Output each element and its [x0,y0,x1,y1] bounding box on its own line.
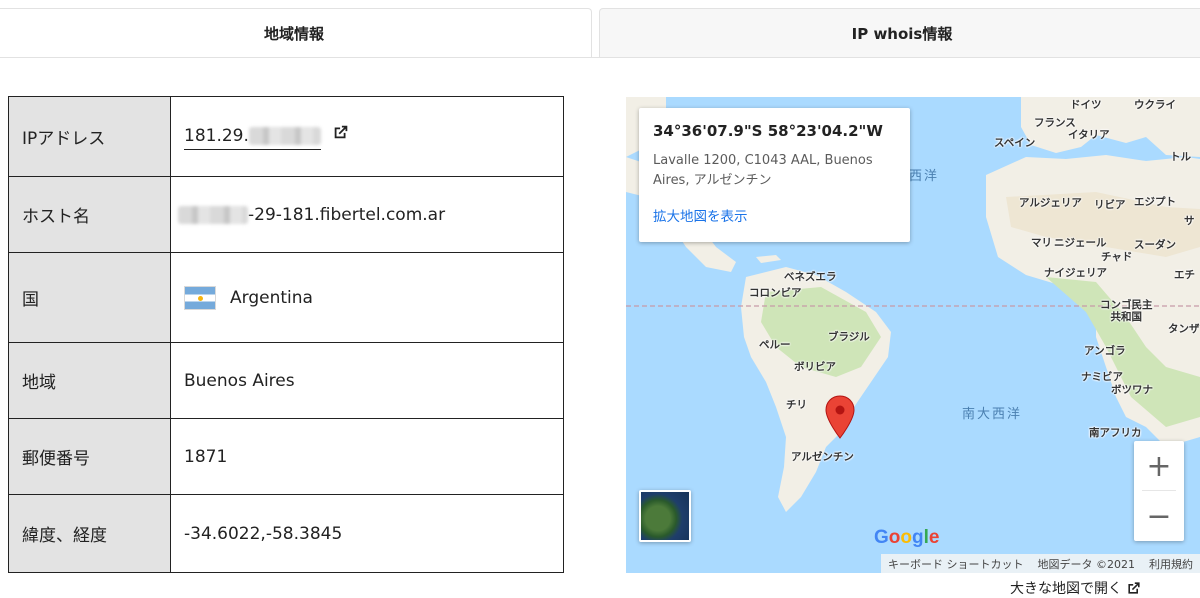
table-row: 郵便番号 1871 [8,418,564,495]
ip-address-cell: 181.29. [170,96,564,177]
postal-code-label: 郵便番号 [8,418,171,495]
zoom-controls: + − [1134,441,1184,541]
map-attribution-bar: キーボード ショートカット 地図データ ©2021 利用規約 [881,554,1200,573]
map-label-drc: コンゴ民主 共和国 [1100,299,1153,323]
argentina-flag-icon [184,285,216,310]
map-label-niger: ニジェール [1054,237,1107,249]
zoom-in-button[interactable]: + [1134,441,1184,491]
map-label-sudan: スーダン [1134,239,1176,251]
ip-address-label: IPアドレス [8,96,171,177]
ip-address-value: 181.29. [184,126,249,146]
lat-lng-value: -34.6022,-58.3845 [170,494,564,573]
map-label-chile: チリ [786,399,807,411]
hostname-label: ホスト名 [8,176,171,253]
hostname-value: -29-181.fibertel.com.ar [248,204,446,225]
satellite-toggle-button[interactable] [639,490,691,542]
map-label-saudi: サ [1184,215,1195,227]
tab-divider [0,57,1200,58]
open-larger-map-label: 大きな地図で開く [1010,581,1122,597]
map-label-atlantic: 西洋 [909,169,940,184]
location-marker-icon[interactable] [825,395,855,439]
redacted-text [178,205,248,224]
map-coordinates: 34°36'07.9"S 58°23'04.2"W [653,122,883,140]
tab-ip-whois[interactable]: IP whois情報 [599,8,1200,58]
lat-lng-label: 緯度、経度 [8,494,171,573]
map-label-colombia: コロンビア [749,287,802,299]
region-value: Buenos Aires [170,342,564,419]
map-label-mali: マリ [1031,237,1052,249]
map-info-card: 34°36'07.9"S 58°23'04.2"W Lavalle 1200, … [639,108,910,242]
external-link-icon [1128,582,1140,594]
terms-of-use-link[interactable]: 利用規約 [1142,556,1200,572]
map-address: Lavalle 1200, C1043 AAL, Buenos Aires, ア… [653,153,873,188]
map-label-south-atlantic: 南大西洋 [962,407,1023,422]
google-map[interactable]: ドイツ ウクライ フランス イタリア スペイン トル アルジェリア リビア エジ… [626,97,1200,573]
map-label-argentina: アルゼンチン [791,451,854,463]
table-row: IPアドレス 181.29. [8,96,564,177]
table-row: 地域 Buenos Aires [8,342,564,419]
map-label-nigeria: ナイジェリア [1044,267,1107,279]
map-label-ethiopia: エチ [1174,269,1195,281]
external-link-icon[interactable] [332,123,350,141]
map-label-tanzania: タンザ [1168,323,1200,335]
map-label-ukraine: ウクライ [1134,99,1176,111]
ip-info-table: IPアドレス 181.29. ホスト名 -29-181.fibertel.com… [8,96,564,573]
map-label-bolivia: ボリビア [794,361,836,373]
country-label: 国 [8,252,171,343]
country-cell: Argentina [170,252,564,343]
google-logo: Google [874,527,940,548]
keyboard-shortcuts-link[interactable]: キーボード ショートカット [881,556,1031,572]
map-label-brazil: ブラジル [828,331,870,343]
ip-address-link[interactable]: 181.29. [184,126,321,150]
map-label-botswana: ボツワナ [1111,384,1153,396]
map-label-germany: ドイツ [1070,99,1102,111]
map-label-peru: ペルー [759,339,791,351]
map-label-angola: アンゴラ [1084,345,1126,357]
country-value: Argentina [230,287,313,308]
postal-code-value: 1871 [170,418,564,495]
table-row: ホスト名 -29-181.fibertel.com.ar [8,176,564,253]
tab-bar: 地域情報 IP whois情報 [0,8,1200,58]
map-label-turkey: トル [1170,151,1191,163]
map-label-italy: イタリア [1068,129,1110,141]
map-label-libya: リビア [1094,199,1126,211]
map-label-south-africa: 南アフリカ [1089,427,1142,439]
map-data-credit: 地図データ ©2021 [1037,557,1136,571]
view-larger-map-link[interactable]: 拡大地図を表示 [653,205,896,225]
hostname-cell: -29-181.fibertel.com.ar [170,176,564,253]
region-label: 地域 [8,342,171,419]
map-label-chad: チャド [1101,251,1133,263]
open-larger-map-link[interactable]: 大きな地図で開く [1010,578,1142,598]
table-row: 国 Argentina [8,252,564,343]
map-label-algeria: アルジェリア [1019,197,1082,209]
zoom-out-button[interactable]: − [1134,491,1184,541]
table-row: 緯度、経度 -34.6022,-58.3845 [8,494,564,573]
map-label-spain: スペイン [994,137,1036,149]
tab-region-info[interactable]: 地域情報 [0,8,592,58]
map-label-venezuela: ベネズエラ [784,271,837,283]
map-label-egypt: エジプト [1134,196,1176,208]
redacted-text [248,127,321,145]
